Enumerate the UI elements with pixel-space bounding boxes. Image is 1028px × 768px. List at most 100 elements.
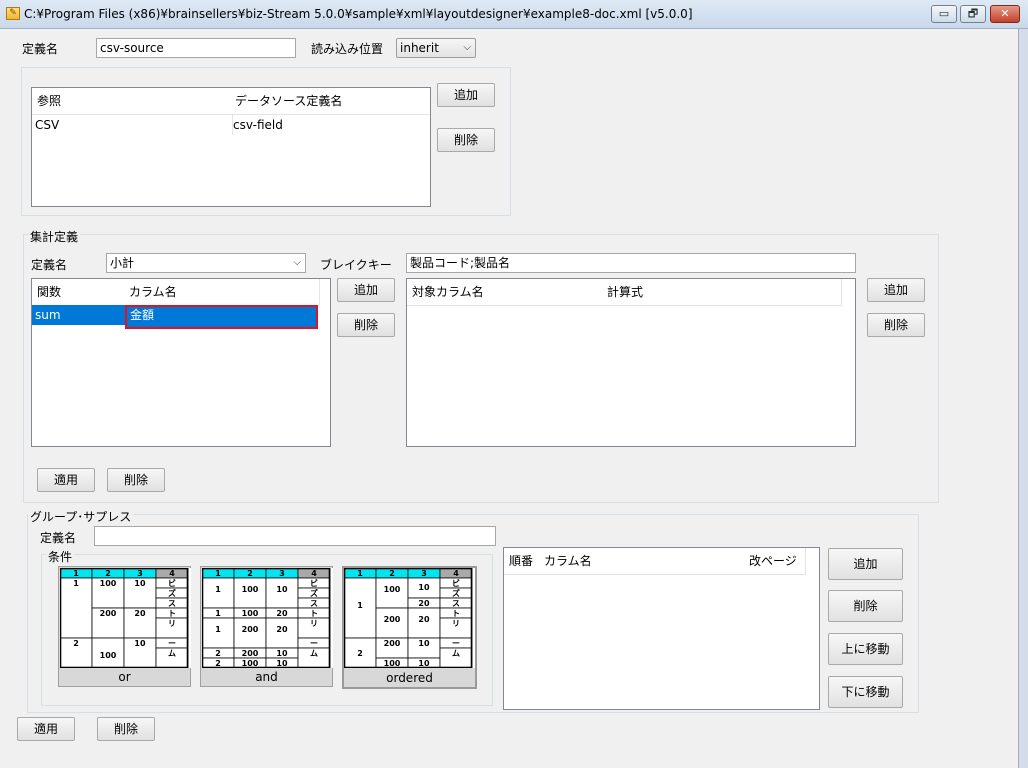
table-cell[interactable]: CSV bbox=[32, 115, 233, 135]
reference-table[interactable]: 参照 データソース定義名 CSV csv-field bbox=[31, 87, 431, 207]
reference-add-button[interactable]: 追加 bbox=[437, 83, 495, 107]
close-icon[interactable]: ✕ bbox=[990, 5, 1020, 23]
maximize-icon[interactable]: 🗗 bbox=[960, 5, 986, 23]
suppress-delete-button[interactable]: 削除 bbox=[828, 590, 903, 622]
mini-header-label: 4 bbox=[169, 569, 175, 578]
aggregate-name-label: 定義名 bbox=[31, 258, 68, 272]
and-caption: and bbox=[255, 670, 278, 684]
column-header-formula[interactable]: 計算式 bbox=[602, 279, 842, 306]
mini-cell-value: 100 bbox=[242, 659, 259, 668]
read-position-select[interactable]: inherit ⌵ bbox=[396, 38, 476, 58]
mini-cell-value: 10 bbox=[418, 639, 430, 648]
and-diagram: 1 2 3 4111221001002002001001020201010ビズストリー… bbox=[202, 568, 333, 668]
mini-header-label: 2 bbox=[389, 569, 395, 578]
move-up-button[interactable]: 上に移動 bbox=[828, 633, 903, 665]
column-header-datasource[interactable]: データソース定義名 bbox=[230, 88, 430, 115]
mini-cell-value: 20 bbox=[276, 609, 288, 618]
aggregate-delete-button[interactable]: 削除 bbox=[107, 468, 165, 492]
function-table[interactable]: 関数 カラム名 sum 金額 bbox=[31, 278, 331, 447]
column-header-function[interactable]: 関数 bbox=[32, 279, 130, 306]
mini-cell-value: 200 bbox=[242, 649, 259, 658]
condition-option-or[interactable]: 1 2 3 4 1 2 100 200 100 10 20 10 ビズストリーム or bbox=[58, 566, 191, 687]
mini-cell-value: 10 bbox=[134, 579, 146, 588]
target-column-table[interactable]: 対象カラム名 計算式 bbox=[406, 278, 856, 447]
mini-cell-value: 1 bbox=[357, 601, 363, 610]
mini-letter: ス bbox=[168, 599, 176, 608]
mini-header-label: 2 bbox=[247, 569, 253, 578]
mini-letter: ス bbox=[310, 599, 318, 608]
mini-header-label: 4 bbox=[311, 569, 317, 578]
ordered-diagram: 1 2 3 4 1 2 100 200 200 100 10 20 20 10 10 ビズストリーム bbox=[344, 568, 475, 668]
mini-letter: ー bbox=[168, 639, 176, 648]
mini-header-label: 2 bbox=[105, 569, 111, 578]
mini-header-label: 1 bbox=[73, 569, 79, 578]
mini-cell-value: 1 bbox=[215, 609, 221, 618]
mini-letter: ト bbox=[452, 609, 460, 618]
window-frame-right bbox=[1018, 29, 1028, 768]
mini-letter: ズ bbox=[168, 588, 176, 598]
mini-cell-value: 10 bbox=[418, 659, 430, 668]
function-delete-button[interactable]: 削除 bbox=[337, 313, 395, 337]
document-edit-icon: ✎ bbox=[6, 7, 20, 20]
mini-cell-value: 20 bbox=[276, 625, 288, 634]
mini-header-label: 1 bbox=[215, 569, 221, 578]
table-cell[interactable]: csv-field bbox=[230, 115, 430, 135]
aggregate-name-select[interactable]: 小計 ⌵ bbox=[106, 253, 306, 273]
mini-cell-value: 200 bbox=[384, 615, 401, 624]
column-header-column-name[interactable]: カラム名 bbox=[539, 548, 750, 575]
mini-letter: リ bbox=[452, 619, 460, 628]
mini-letter: ビ bbox=[168, 578, 176, 588]
function-add-button[interactable]: 追加 bbox=[337, 278, 395, 302]
mini-letter: ビ bbox=[452, 578, 460, 588]
move-down-button[interactable]: 下に移動 bbox=[828, 676, 903, 708]
delete-button[interactable]: 削除 bbox=[97, 717, 155, 741]
suppress-name-input[interactable] bbox=[94, 526, 496, 546]
window-title: C:¥Program Files (x86)¥brainsellers¥biz-… bbox=[24, 7, 693, 21]
read-position-label: 読み込み位置 bbox=[311, 42, 384, 56]
mini-cell-value: 2 bbox=[73, 639, 79, 648]
mini-header-label: 3 bbox=[137, 569, 143, 578]
mini-cell-value: 100 bbox=[242, 609, 259, 618]
mini-letter: リ bbox=[168, 619, 176, 628]
order-table[interactable]: 順番 カラム名 改ページ bbox=[503, 547, 820, 710]
target-add-button[interactable]: 追加 bbox=[867, 278, 925, 302]
mini-cell-value: 200 bbox=[100, 609, 117, 618]
table-cell-selected[interactable]: sum bbox=[32, 305, 128, 325]
aggregate-group-title: 集計定義 bbox=[28, 228, 81, 245]
mini-letter: ム bbox=[310, 649, 318, 658]
definition-name-label: 定義名 bbox=[22, 42, 59, 56]
definition-name-input[interactable]: csv-source bbox=[96, 38, 296, 58]
column-header-page-break[interactable]: 改ページ bbox=[744, 548, 806, 575]
aggregate-apply-button[interactable]: 適用 bbox=[37, 468, 95, 492]
read-position-value: inherit bbox=[400, 41, 439, 55]
mini-header-label: 4 bbox=[453, 569, 459, 578]
condition-option-ordered[interactable]: 1 2 3 4 1 2 100 200 200 100 10 20 20 10 10 ビズストリーム orde… bbox=[342, 566, 477, 689]
mini-cell-value: 2 bbox=[357, 649, 363, 658]
chevron-down-icon: ⌵ bbox=[293, 257, 301, 268]
mini-letter: ズ bbox=[452, 588, 460, 598]
condition-option-and[interactable]: 1 2 3 4 1 1 1 2 2 100 100 200 200 100 10 20 20 10 10 ビズストリー… bbox=[200, 566, 333, 687]
mini-letter: ス bbox=[452, 599, 460, 608]
break-key-input[interactable]: 製品コード;製品名 bbox=[406, 253, 856, 273]
table-cell-editing[interactable]: 金額 bbox=[125, 305, 318, 329]
reference-delete-button[interactable]: 削除 bbox=[437, 128, 495, 152]
mini-letter: ト bbox=[168, 609, 176, 618]
column-header-target-column[interactable]: 対象カラム名 bbox=[407, 279, 608, 306]
column-header-reference[interactable]: 参照 bbox=[32, 88, 236, 115]
mini-cell-value: 20 bbox=[418, 599, 430, 608]
target-delete-button[interactable]: 削除 bbox=[867, 313, 925, 337]
mini-cell-value: 100 bbox=[100, 651, 117, 660]
mini-cell-value: 1 bbox=[73, 579, 79, 588]
column-header-column-name[interactable]: カラム名 bbox=[124, 279, 320, 306]
group-suppress-title: グループ･サプレス bbox=[28, 508, 134, 525]
mini-cell-value: 10 bbox=[276, 585, 288, 594]
apply-button[interactable]: 適用 bbox=[17, 717, 75, 741]
mini-letter: ト bbox=[310, 609, 318, 618]
mini-cell-value: 20 bbox=[418, 615, 430, 624]
mini-letter: リ bbox=[310, 619, 318, 628]
suppress-add-button[interactable]: 追加 bbox=[828, 548, 903, 580]
mini-header-label: 1 bbox=[357, 569, 363, 578]
aggregate-name-value: 小計 bbox=[110, 256, 135, 270]
mini-cell-value: 100 bbox=[384, 585, 401, 594]
minimize-icon[interactable]: ▭ bbox=[931, 5, 957, 23]
